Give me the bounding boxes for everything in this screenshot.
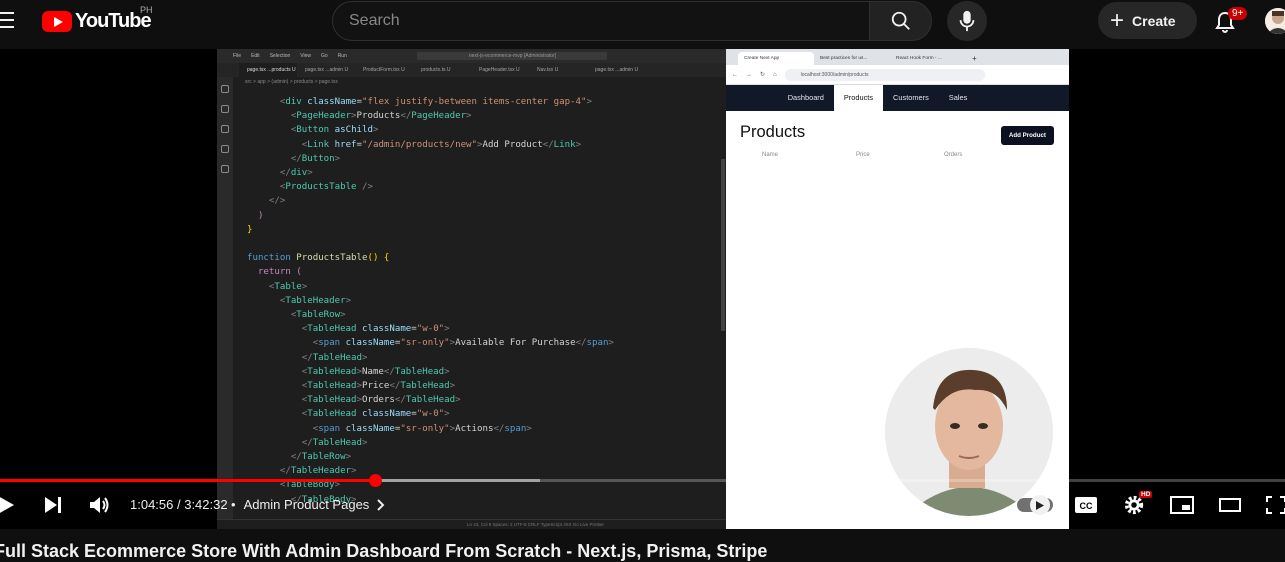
play-button[interactable] bbox=[0, 487, 16, 523]
editor-menu-go: Go bbox=[321, 53, 328, 59]
create-label: Create bbox=[1132, 12, 1176, 29]
browser-tabs: Create Next App Best practices for us...… bbox=[726, 49, 1069, 65]
editor-activity-bar bbox=[217, 77, 233, 529]
app-add-product-button: Add Product bbox=[1000, 126, 1054, 145]
player-controls: 1:04:56 / 3:42:32 • Admin Product Pages … bbox=[0, 487, 1285, 523]
time-separator: / bbox=[173, 497, 185, 512]
explorer-icon bbox=[221, 85, 229, 93]
search-icon bbox=[221, 105, 229, 113]
browser-tab: Create Next App bbox=[738, 52, 814, 65]
fullscreen-button[interactable] bbox=[1264, 487, 1285, 523]
editor-command-search: next-js-ecommerce-mvp [Administrator] bbox=[416, 52, 607, 60]
voice-search-button[interactable] bbox=[947, 1, 987, 41]
home-icon: ⌂ bbox=[773, 71, 777, 78]
editor-tab: page.tsx ...admin U bbox=[595, 67, 639, 73]
source-control-icon bbox=[221, 125, 229, 133]
app-nav-sales: Sales bbox=[948, 93, 968, 102]
app-table-header: Name Price Orders bbox=[740, 152, 1055, 158]
autoplay-knob[interactable] bbox=[1030, 495, 1050, 515]
code-content: <div className="flex justify-between ite… bbox=[247, 97, 614, 505]
app-column-name: Name bbox=[762, 152, 779, 158]
create-button[interactable]: + Create bbox=[1098, 2, 1197, 39]
editor-titlebar: File Edit Selection View Go Run next-js-… bbox=[217, 49, 726, 63]
microphone-icon bbox=[959, 10, 975, 32]
editor-tabs: page.tsx ...products U page.tsx ...admin… bbox=[217, 63, 726, 77]
notification-count-badge: 9+ bbox=[1228, 7, 1248, 20]
youtube-logo[interactable]: YouTube bbox=[42, 10, 152, 32]
app-nav-products: Products bbox=[833, 85, 884, 111]
plus-icon: + bbox=[1110, 6, 1125, 34]
mute-button[interactable] bbox=[86, 487, 114, 523]
miniplayer-button[interactable] bbox=[1169, 487, 1195, 523]
app-column-price: Price bbox=[856, 152, 870, 158]
chevron-right-icon bbox=[377, 498, 385, 511]
chapter-dot: • bbox=[231, 497, 236, 512]
back-icon: ← bbox=[732, 71, 738, 78]
theater-mode-icon bbox=[1219, 498, 1241, 512]
app-column-orders: Orders bbox=[944, 152, 963, 158]
new-tab-icon: + bbox=[972, 54, 977, 63]
search-icon bbox=[891, 11, 910, 30]
chapter-title: Admin Product Pages bbox=[243, 497, 370, 512]
menu-icon[interactable] bbox=[0, 12, 16, 28]
region-code: PH bbox=[140, 5, 153, 15]
autoplay-play-icon bbox=[1036, 500, 1044, 510]
app-nav-customers: Customers bbox=[893, 93, 929, 102]
app-nav-dashboard: Dashboard bbox=[787, 93, 824, 102]
editor-menu-file: File bbox=[233, 53, 242, 59]
svg-text:CC: CC bbox=[1080, 501, 1093, 511]
editor-breadcrumb: src > app > (admin) > products > page.ts… bbox=[245, 79, 338, 85]
subtitles-button[interactable]: CC bbox=[1073, 487, 1099, 523]
editor-tab: page.tsx ...admin U bbox=[305, 67, 349, 73]
editor-menu-run: Run bbox=[337, 53, 347, 59]
editor-menu-view: View bbox=[300, 53, 312, 59]
browser-tab: Best practices for us... bbox=[820, 56, 868, 61]
forward-icon: → bbox=[746, 71, 752, 78]
youtube-play-icon bbox=[42, 10, 72, 32]
masthead: YouTube PH + Create 9+ bbox=[0, 0, 1285, 42]
progress-bar[interactable] bbox=[0, 474, 1285, 487]
editor-menu-selection: Selection bbox=[269, 53, 291, 59]
volume-icon bbox=[90, 497, 109, 513]
app-nav: Dashboard Products Customers Sales bbox=[726, 85, 1069, 111]
theater-mode-button[interactable] bbox=[1217, 487, 1243, 523]
browser-url: localhost:3000/admin/products bbox=[784, 68, 985, 81]
play-icon bbox=[0, 497, 14, 513]
progress-played bbox=[0, 479, 376, 482]
account-avatar[interactable] bbox=[1265, 8, 1285, 34]
chapter-button[interactable]: • Admin Product Pages bbox=[231, 497, 385, 512]
current-time: 1:04:56 bbox=[130, 497, 174, 512]
fullscreen-icon bbox=[1266, 496, 1285, 514]
app-body: Products Add Product Name Price Orders bbox=[726, 111, 1069, 170]
search-box[interactable] bbox=[332, 1, 870, 41]
editor-tab: PageHeader.tsx U bbox=[479, 67, 520, 73]
duration: 3:42:32 bbox=[184, 497, 228, 512]
editor-menu-edit: Edit bbox=[251, 53, 260, 59]
next-button[interactable] bbox=[40, 487, 66, 523]
miniplayer-icon bbox=[1170, 496, 1194, 514]
editor-tab: Nav.tsx U bbox=[537, 67, 559, 73]
video-frame-code-editor: File Edit Selection View Go Run next-js-… bbox=[217, 49, 726, 529]
editor-tab: page.tsx ...products U bbox=[239, 63, 297, 77]
search-input[interactable] bbox=[333, 2, 869, 40]
reload-icon: ↻ bbox=[760, 72, 766, 78]
closed-captions-icon: CC bbox=[1075, 497, 1097, 513]
avatar-icon bbox=[1265, 8, 1285, 34]
video-player[interactable]: File Edit Selection View Go Run next-js-… bbox=[0, 49, 1285, 529]
time-display: 1:04:56 / 3:42:32 bbox=[130, 497, 228, 512]
editor-scrollbar bbox=[721, 159, 725, 331]
next-icon bbox=[45, 497, 61, 513]
hd-badge: HD bbox=[1139, 491, 1153, 498]
search-button[interactable] bbox=[869, 1, 932, 41]
editor-tab: products.ts U bbox=[421, 67, 451, 73]
extensions-icon bbox=[221, 165, 229, 173]
browser-toolbar: ← → ↻ ⌂ localhost:3000/admin/products bbox=[726, 65, 1069, 85]
editor-tab: ProductForm.tsx U bbox=[363, 67, 405, 73]
browser-tab: React Hook Form - ... bbox=[896, 56, 942, 61]
progress-scrubber[interactable] bbox=[369, 474, 383, 487]
run-debug-icon bbox=[221, 145, 229, 153]
